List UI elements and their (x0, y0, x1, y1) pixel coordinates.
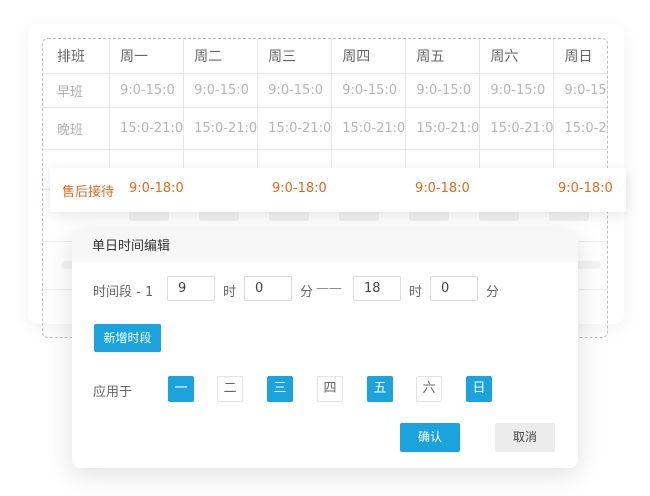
day-toggle-tue[interactable]: 二 (217, 376, 243, 402)
header-cell: 排班 (43, 39, 111, 74)
shift-cell[interactable]: 15:0-21:0 (183, 107, 259, 150)
confirm-button[interactable]: 确认 (400, 423, 460, 452)
cancel-button[interactable]: 取消 (495, 423, 555, 452)
hour-unit-label: 时 (409, 285, 423, 300)
shift-cell[interactable]: 15:0-21:0 (553, 107, 607, 150)
shift-cell[interactable]: 9:0-15:0 (405, 73, 481, 108)
header-cell: 周一 (109, 39, 185, 74)
header-cell: 周三 (257, 39, 333, 74)
table-row: 早班 9:0-15:0 9:0-15:0 9:0-15:0 9:0-15:0 9… (43, 73, 607, 108)
range-separator: —— (316, 281, 342, 296)
row-name-cell: 晚班 (43, 107, 111, 150)
day-toggle-wed[interactable]: 三 (267, 376, 293, 402)
day-toggle-sun[interactable]: 日 (466, 376, 492, 402)
blurred-row (43, 211, 607, 223)
apply-to-label: 应用于 (93, 385, 133, 400)
period-label: 时间段 - 1 (93, 285, 154, 300)
start-hour-input[interactable]: 9 (167, 276, 215, 301)
modal-title: 单日时间编辑 (72, 230, 578, 262)
shift-cell[interactable]: 9:0-15:0 (479, 73, 555, 108)
end-minute-input[interactable]: 0 (430, 276, 478, 301)
shift-cell[interactable]: 15:0-21:0 (479, 107, 555, 150)
shift-cell[interactable]: 9:0-18:0 (558, 181, 613, 196)
shift-cell[interactable]: 9:0-15:0 (257, 73, 333, 108)
end-hour-input[interactable]: 18 (353, 276, 401, 301)
day-toggle-sat[interactable]: 六 (416, 376, 442, 402)
header-cell: 周二 (183, 39, 259, 74)
row-name-cell: 早班 (43, 73, 111, 108)
header-cell: 周五 (405, 39, 481, 74)
shift-cell[interactable]: 15:0-21:0 (405, 107, 481, 150)
table-header-row: 排班 周一 周二 周三 周四 周五 周六 周日 (43, 39, 607, 74)
header-cell: 周六 (479, 39, 555, 74)
time-edit-modal: 单日时间编辑 时间段 - 1 9 时 0 分 —— 18 时 0 分 新增时段 … (72, 230, 578, 468)
shift-cell[interactable]: 9:0-18:0 (129, 181, 184, 196)
start-minute-input[interactable]: 0 (244, 276, 292, 301)
header-cell: 周四 (331, 39, 407, 74)
minute-unit-label: 分 (486, 285, 500, 300)
day-toggle-fri[interactable]: 五 (367, 376, 393, 402)
minute-unit-label: 分 (300, 285, 314, 300)
shift-cell[interactable]: 9:0-18:0 (415, 181, 470, 196)
shift-cell[interactable]: 9:0-18:0 (272, 181, 327, 196)
add-period-button[interactable]: 新增时段 (94, 324, 161, 352)
hour-unit-label: 时 (223, 285, 237, 300)
shift-cell[interactable]: 9:0-15:0 (553, 73, 607, 108)
shift-cell[interactable]: 15:0-21:0 (109, 107, 185, 150)
day-toggle-thu[interactable]: 四 (317, 376, 343, 402)
header-cell: 周日 (553, 39, 607, 74)
shift-cell[interactable]: 9:0-15:0 (331, 73, 407, 108)
table-row: 晚班 15:0-21:0 15:0-21:0 15:0-21:0 15:0-21… (43, 107, 607, 150)
shift-cell[interactable]: 9:0-15:0 (109, 73, 185, 108)
shift-cell[interactable]: 15:0-21:0 (257, 107, 333, 150)
schedule-table: 排班 周一 周二 周三 周四 周五 周六 周日 早班 9:0-15:0 9:0-… (43, 39, 607, 190)
shift-cell[interactable]: 9:0-15:0 (183, 73, 259, 108)
day-toggle-mon[interactable]: 一 (168, 376, 194, 402)
highlighted-row[interactable]: 售后接待 9:0-18:0 9:0-18:0 9:0-18:0 9:0-18:0 (50, 168, 626, 212)
row-name-label: 售后接待 (62, 185, 115, 200)
shift-cell[interactable]: 15:0-21:0 (331, 107, 407, 150)
